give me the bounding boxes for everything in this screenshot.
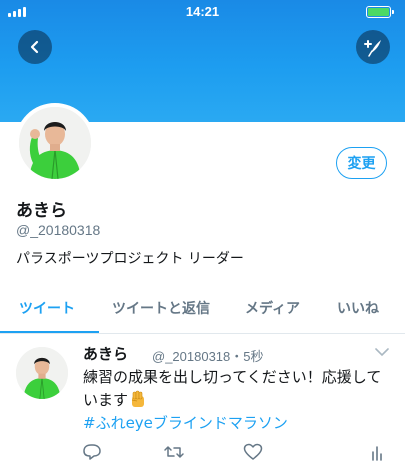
- like-heart-icon[interactable]: [243, 443, 263, 461]
- tab-likes[interactable]: いいね: [337, 290, 379, 334]
- edit-profile-button[interactable]: 変更: [336, 147, 387, 179]
- tweet-actions: [0, 443, 405, 467]
- back-button[interactable]: [18, 30, 52, 64]
- avatar-person-icon: [19, 107, 91, 179]
- status-bar: 14:21: [0, 0, 405, 22]
- tweet-author-name[interactable]: あきら: [83, 343, 128, 364]
- raised-fist-icon: [131, 390, 145, 407]
- tweet-meta: @_20180318・5秒: [152, 349, 264, 364]
- back-arrow-icon: [30, 40, 39, 54]
- profile-avatar[interactable]: [15, 103, 95, 183]
- compose-tweet-icon: [364, 40, 381, 57]
- tweet-text-content: 練習の成果を出し切ってください！応援しています: [83, 368, 382, 409]
- reply-icon[interactable]: [82, 443, 102, 461]
- tweet-hashtag-link[interactable]: #ふれeyeブラインドマラソン: [83, 412, 288, 433]
- retweet-icon[interactable]: [163, 443, 185, 461]
- profile-handle: @_20180318: [16, 222, 101, 238]
- tab-tweets-and-replies[interactable]: ツイートと返信: [112, 290, 210, 334]
- analytics-icon[interactable]: [371, 443, 385, 461]
- avatar-person-icon: [16, 347, 68, 399]
- tweet-item[interactable]: あきら @_20180318・5秒 練習の成果を出し切ってください！応援していま…: [0, 335, 405, 473]
- compose-tweet-button[interactable]: [356, 30, 390, 64]
- tweet-text: 練習の成果を出し切ってください！応援しています: [83, 366, 395, 412]
- profile-tabs: ツイート ツイートと返信 メディア いいね: [0, 290, 405, 334]
- tab-tweets[interactable]: ツイート: [19, 290, 75, 334]
- profile-display-name: あきら: [16, 201, 67, 221]
- active-tab-indicator: [0, 331, 99, 333]
- status-time: 14:21: [185, 4, 220, 19]
- battery-icon: [366, 6, 394, 18]
- profile-bio: パラスポーツプロジェクト リーダー: [16, 251, 244, 267]
- tweet-avatar[interactable]: [16, 347, 68, 399]
- tab-media[interactable]: メディア: [245, 290, 300, 334]
- chevron-down-icon[interactable]: [375, 347, 389, 357]
